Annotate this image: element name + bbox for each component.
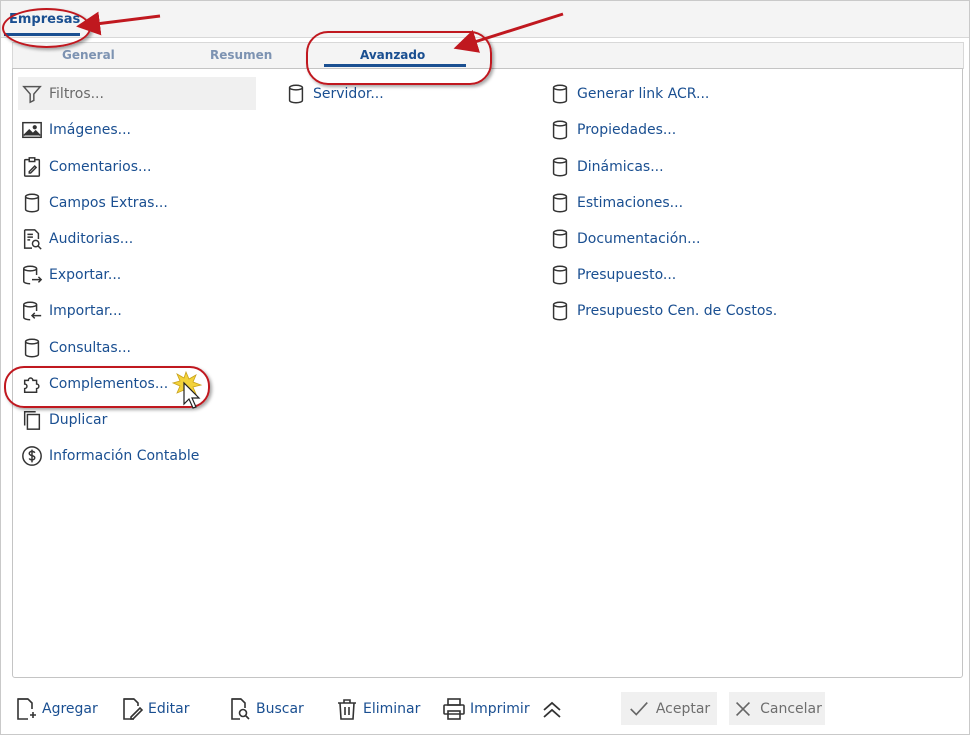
annotation-arrows	[76, 11, 564, 409]
print-button-label: Imprimir	[470, 701, 530, 717]
search-button-label: Buscar	[256, 701, 304, 717]
edit-document-icon	[123, 698, 144, 720]
edit-button-label: Editar	[148, 701, 190, 717]
document-search-icon	[231, 698, 250, 720]
accept-button[interactable]: Aceptar	[621, 692, 717, 725]
add-button[interactable]: Agregar	[14, 693, 98, 725]
delete-button[interactable]: Eliminar	[335, 693, 420, 725]
search-button[interactable]: Buscar	[228, 693, 304, 725]
printer-icon	[443, 698, 465, 720]
accept-button-label: Aceptar	[655, 700, 711, 717]
cancel-button[interactable]: Cancelar	[729, 692, 825, 725]
print-button[interactable]: Imprimir	[442, 693, 530, 725]
collapse-button[interactable]	[540, 693, 568, 725]
trash-icon	[338, 699, 356, 720]
close-icon	[736, 701, 751, 716]
double-chevron-up-icon	[543, 701, 561, 718]
delete-button-label: Eliminar	[363, 701, 421, 717]
check-icon	[629, 701, 648, 716]
cancel-button-label: Cancelar	[760, 700, 822, 717]
add-document-icon	[17, 698, 36, 720]
add-button-label: Agregar	[42, 701, 98, 717]
edit-button[interactable]: Editar	[120, 693, 189, 725]
